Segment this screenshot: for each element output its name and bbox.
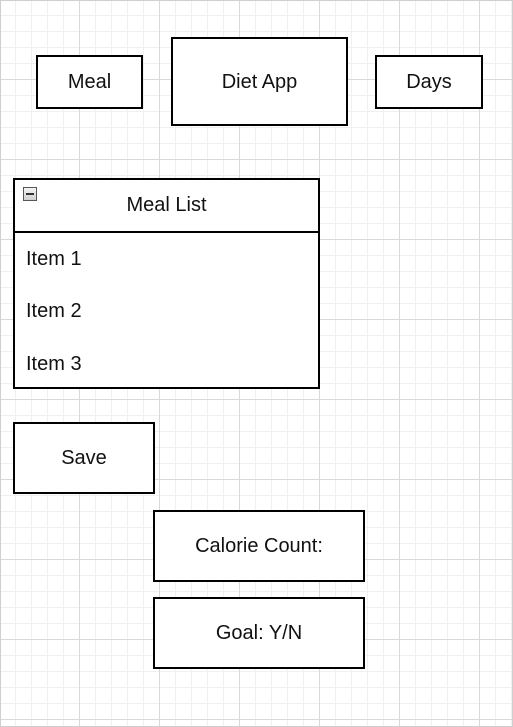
app-title-box: Diet App: [171, 37, 348, 126]
list-item-label: Item 2: [26, 300, 82, 323]
diagram-canvas: Meal Diet App Days Meal List Item 1 Item…: [0, 0, 513, 727]
meal-list-items: Item 1 Item 2 Item 3: [15, 233, 318, 391]
list-item[interactable]: Item 3: [15, 338, 318, 391]
meal-button[interactable]: Meal: [36, 55, 143, 109]
calorie-count-label: Calorie Count:: [195, 535, 323, 557]
days-button-label: Days: [406, 71, 452, 93]
list-item[interactable]: Item 2: [15, 286, 318, 339]
meal-button-label: Meal: [67, 71, 112, 93]
list-item-label: Item 1: [26, 247, 82, 270]
meal-list-header: Meal List: [15, 180, 318, 233]
goal-box: Goal: Y/N: [153, 597, 365, 669]
days-button[interactable]: Days: [375, 55, 483, 109]
meal-list-title: Meal List: [126, 194, 207, 216]
collapse-icon[interactable]: [23, 187, 37, 201]
save-button-label: Save: [61, 447, 107, 469]
save-button[interactable]: Save: [13, 422, 155, 494]
list-item-label: Item 3: [26, 352, 82, 375]
calorie-count-box: Calorie Count:: [153, 510, 365, 582]
list-item[interactable]: Item 1: [15, 233, 318, 286]
meal-list-container: Meal List Item 1 Item 2 Item 3: [13, 178, 320, 389]
app-title: Diet App: [221, 70, 298, 93]
goal-label: Goal: Y/N: [215, 622, 303, 644]
